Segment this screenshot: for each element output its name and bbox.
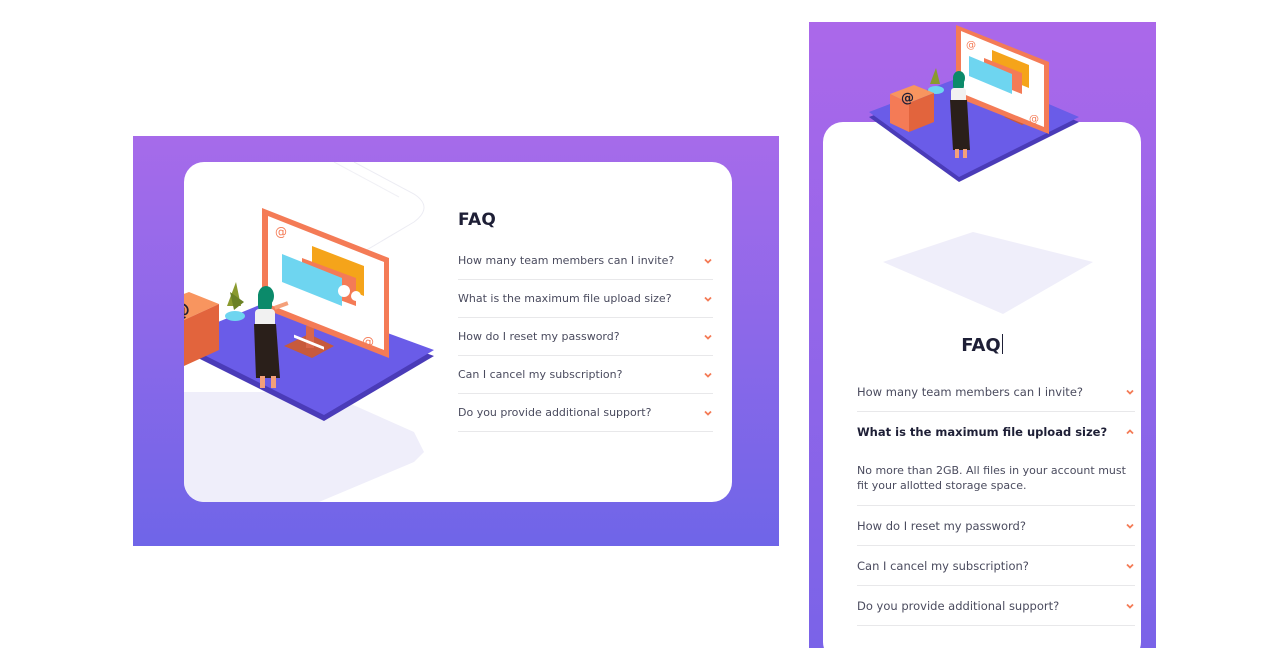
- svg-text:@: @: [275, 225, 287, 239]
- faq-answer-upload-size: No more than 2GB. All files in your acco…: [857, 452, 1135, 506]
- faq-question-cancel-subscription[interactable]: Can I cancel my subscription?: [857, 546, 1135, 586]
- faq-question-label: How many team members can I invite?: [857, 384, 1083, 399]
- mobile-preview: FAQ How many team members can I invite? …: [809, 22, 1156, 648]
- faq-question-team-members[interactable]: How many team members can I invite?: [857, 372, 1135, 412]
- faq-question-label: Do you provide additional support?: [857, 598, 1060, 613]
- faq-question-label: How do I reset my password?: [857, 518, 1026, 533]
- mobile-faq-card: FAQ How many team members can I invite? …: [823, 122, 1141, 648]
- faq-question-label: What is the maximum file upload size?: [857, 425, 1108, 439]
- faq-question-additional-support[interactable]: Do you provide additional support?: [857, 586, 1135, 626]
- chevron-down-icon: [704, 258, 712, 264]
- illustration-shadow: [883, 232, 1093, 314]
- faq-title: FAQ: [458, 210, 497, 230]
- desktop-faq-card: @ @ @ FAQ How many team members can I in…: [184, 162, 732, 502]
- svg-text:@: @: [362, 335, 374, 349]
- faq-title: FAQ: [961, 334, 1003, 356]
- faq-question-cancel-subscription[interactable]: Can I cancel my subscription?: [458, 356, 713, 394]
- chevron-down-icon: [704, 334, 712, 340]
- woman-online-illustration: @ @ @: [869, 25, 1079, 182]
- chevron-down-icon: [1126, 603, 1134, 609]
- chevron-up-icon: [1126, 429, 1134, 435]
- faq-question-team-members[interactable]: How many team members can I invite?: [458, 242, 713, 280]
- faq-question-label: Can I cancel my subscription?: [857, 558, 1029, 573]
- faq-question-label: Can I cancel my subscription?: [458, 368, 623, 381]
- faq-question-label: How many team members can I invite?: [458, 254, 675, 267]
- faq-question-upload-size[interactable]: What is the maximum file upload size?: [458, 280, 713, 318]
- chevron-down-icon: [704, 410, 712, 416]
- mobile-faq-section: How many team members can I invite? What…: [857, 372, 1135, 626]
- chevron-down-icon: [1126, 523, 1134, 529]
- text-cursor: [1001, 334, 1003, 354]
- faq-question-upload-size[interactable]: What is the maximum file upload size?: [857, 412, 1135, 452]
- desktop-faq-section: FAQ How many team members can I invite? …: [458, 210, 713, 432]
- faq-question-reset-password[interactable]: How do I reset my password?: [458, 318, 713, 356]
- at-sign-box-icon: @: [901, 91, 914, 106]
- at-sign-box-icon: @: [184, 299, 190, 321]
- chevron-down-icon: [1126, 389, 1134, 395]
- woman-online-illustration: @ @ @: [184, 208, 434, 421]
- svg-text:@: @: [1029, 114, 1039, 125]
- faq-question-label: What is the maximum file upload size?: [458, 292, 672, 305]
- chevron-down-icon: [704, 296, 712, 302]
- faq-question-additional-support[interactable]: Do you provide additional support?: [458, 394, 713, 432]
- svg-text:@: @: [966, 40, 976, 51]
- faq-question-reset-password[interactable]: How do I reset my password?: [857, 506, 1135, 546]
- faq-question-label: How do I reset my password?: [458, 330, 620, 343]
- desktop-preview: @ @ @ FAQ How many team members can I in…: [133, 136, 779, 546]
- chevron-down-icon: [1126, 563, 1134, 569]
- chevron-down-icon: [704, 372, 712, 378]
- faq-question-label: Do you provide additional support?: [458, 406, 652, 419]
